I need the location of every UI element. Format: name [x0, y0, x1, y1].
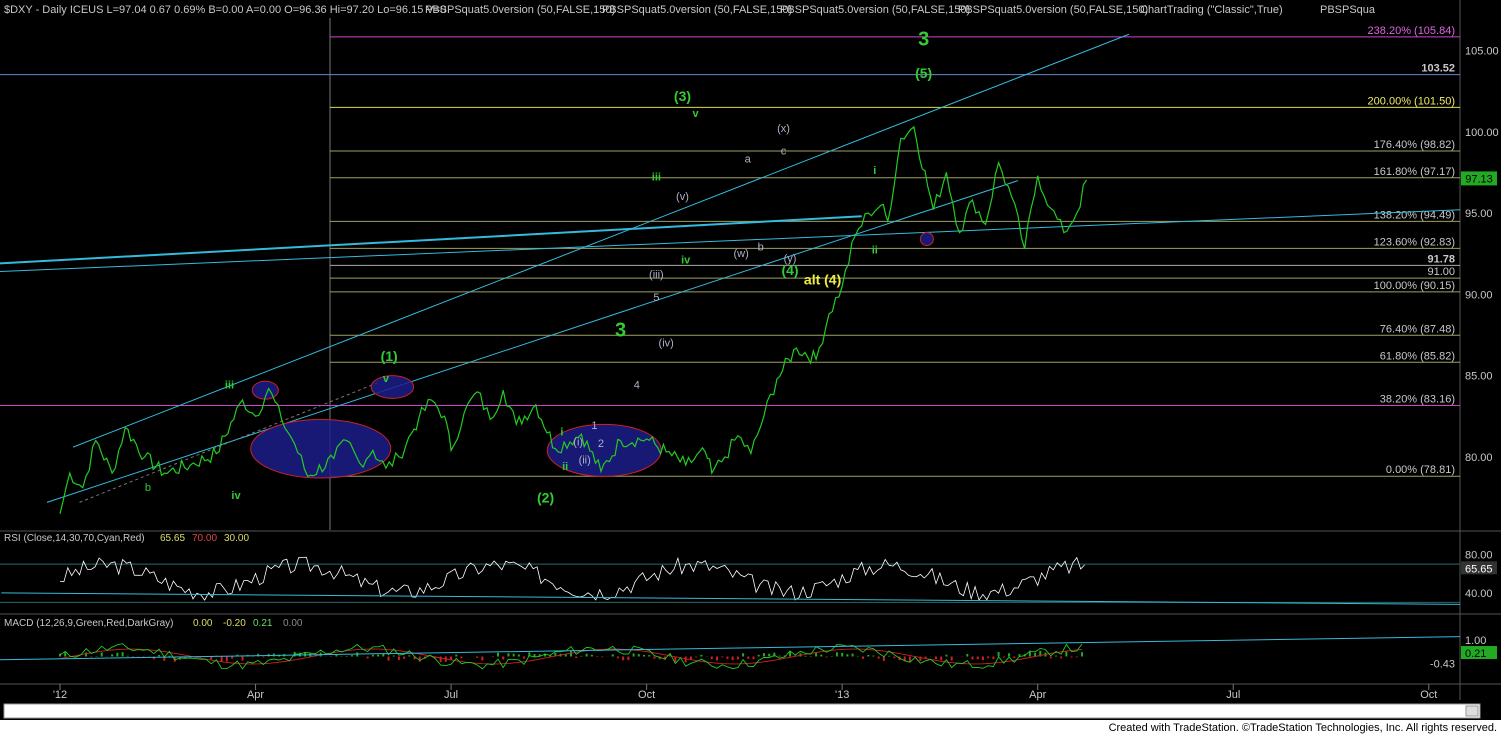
fib-level-label: 238.20% (105.84): [1368, 25, 1455, 37]
chart-root: $DXY - Daily ICEUS L=97.04 0.67 0.69% B=…: [0, 0, 1501, 736]
wave-label: ii: [562, 461, 568, 473]
macd-title: MACD (12,26,9,Green,Red,DarkGray): [4, 618, 174, 629]
rsi-header-value: 65.65: [160, 533, 185, 544]
time-scrollbar: [3, 703, 1481, 719]
fib-level-label: 176.40% (98.82): [1374, 139, 1455, 151]
wave-label: (5): [915, 65, 932, 81]
wave-label: (iii): [649, 269, 664, 281]
study-header: PBSPSquat5.0version (50,FALSE,150): [958, 4, 1148, 16]
fib-level-label: 200.00% (101.50): [1368, 95, 1455, 107]
wave-label: 3: [918, 29, 929, 51]
wave-label: alt (4): [804, 272, 841, 288]
time-axis-tick-label: Apr: [1029, 689, 1046, 701]
wave-label: b: [758, 241, 764, 253]
wave-label: (v): [676, 191, 689, 203]
wave-label: i: [560, 427, 563, 439]
wave-label: (y): [784, 253, 797, 265]
study-header: ChartTrading ("Classic",True): [1140, 4, 1283, 16]
wave-label: i: [873, 165, 876, 177]
price-axis-tick: 95.00: [1465, 208, 1493, 220]
wave-label: (ii): [579, 454, 591, 466]
rsi-last-label: 65.65: [1465, 563, 1493, 575]
fib-level-label: 91.00: [1427, 266, 1455, 278]
wave-label: (w): [733, 248, 748, 260]
price-axis-tick: 80.00: [1465, 452, 1493, 464]
wave-label: 3: [615, 320, 626, 342]
footer-credit: Created with TradeStation. ©TradeStation…: [0, 720, 1501, 736]
macd-axis-tick: 1.00: [1465, 635, 1486, 647]
time-axis-tick-label: '12: [53, 689, 67, 701]
study-header: PBSPSquat5.0version (50,FALSE,150): [425, 4, 615, 16]
wave-label: (3): [674, 88, 691, 104]
rsi-axis-tick: 80.00: [1465, 550, 1493, 562]
footer-credit-text: Created with TradeStation. ©TradeStation…: [1108, 722, 1497, 734]
time-axis-tick-label: Oct: [1420, 689, 1437, 701]
wave-label: iv: [231, 490, 241, 502]
price-axis-tick: 90.00: [1465, 289, 1493, 301]
wave-label: v: [383, 373, 390, 385]
wave-label: (i): [573, 436, 583, 448]
macd-axis-tick: -0.43: [1430, 659, 1455, 671]
time-axis-tick-label: '13: [835, 689, 849, 701]
fib-level-label: 61.80% (85.82): [1380, 350, 1455, 362]
wave-label: (x): [777, 123, 790, 135]
macd-header-value: 0.21: [253, 618, 273, 629]
wave-label: 5: [653, 292, 659, 304]
wave-label: 4: [634, 380, 640, 392]
fib-level-label: 38.20% (83.16): [1380, 393, 1455, 405]
wave-label: (2): [537, 489, 554, 505]
time-axis-tick-label: Oct: [638, 689, 655, 701]
study-header: PBSPSquat5.0version (50,FALSE,150): [602, 4, 792, 16]
fib-level-label: 123.60% (92.83): [1374, 236, 1455, 248]
fib-level-label: 100.00% (90.15): [1374, 280, 1455, 292]
price-axis-tick: 100.00: [1465, 127, 1499, 139]
study-header: PBSPSqua: [1320, 4, 1376, 16]
wave-label: v: [692, 108, 699, 120]
study-header: PBSPSquat5.0version (50,FALSE,150): [780, 4, 970, 16]
time-axis-tick-label: Jul: [444, 689, 458, 701]
wave-label: iii: [225, 380, 234, 392]
macd-header-value: -0.20: [223, 618, 246, 629]
wave-label: 1: [591, 420, 597, 432]
chart-canvas[interactable]: $DXY - Daily ICEUS L=97.04 0.67 0.69% B=…: [0, 0, 1501, 720]
price-axis-tick: 105.00: [1465, 46, 1499, 58]
highlight-ellipse: [370, 375, 415, 399]
rsi-title: RSI (Close,14,30,70,Cyan,Red): [4, 533, 145, 544]
wave-label: iii: [652, 172, 661, 184]
scrollbar-thumb: [1465, 705, 1479, 717]
time-axis-tick-label: Jul: [1226, 689, 1240, 701]
fib-level-label: 161.80% (97.17): [1374, 166, 1455, 178]
macd-header-value: 0.00: [193, 618, 213, 629]
fib-level-label: 103.52: [1421, 63, 1455, 75]
highlight-ellipse: [919, 232, 934, 247]
chart-background: [0, 0, 1501, 720]
wave-label: b: [145, 482, 151, 494]
macd-header-value: 0.00: [283, 618, 303, 629]
rsi-axis-tick: 40.00: [1465, 588, 1493, 600]
fib-level-label: 138.20% (94.49): [1374, 209, 1455, 221]
wave-label: (1): [381, 348, 398, 364]
price-axis-tick: 85.00: [1465, 371, 1493, 383]
wave-label: a: [745, 154, 752, 166]
symbol-header: $DXY - Daily ICEUS L=97.04 0.67 0.69% B=…: [4, 4, 446, 16]
macd-last-label: 0.21: [1465, 648, 1486, 660]
wave-label: (iv): [659, 337, 674, 349]
fib-level-label: 0.00% (78.81): [1386, 464, 1455, 476]
last-price-label: 97.13: [1465, 173, 1493, 185]
wave-label: iv: [681, 254, 691, 266]
wave-label: 2: [598, 438, 604, 450]
wave-label: c: [781, 146, 787, 158]
time-axis-tick-label: Apr: [247, 689, 264, 701]
fib-level-label: 76.40% (87.48): [1380, 323, 1455, 335]
fib-level-label: 91.78: [1427, 253, 1455, 265]
wave-label: ii: [872, 245, 878, 257]
rsi-header-value: 30.00: [224, 533, 249, 544]
rsi-header-value: 70.00: [192, 533, 217, 544]
